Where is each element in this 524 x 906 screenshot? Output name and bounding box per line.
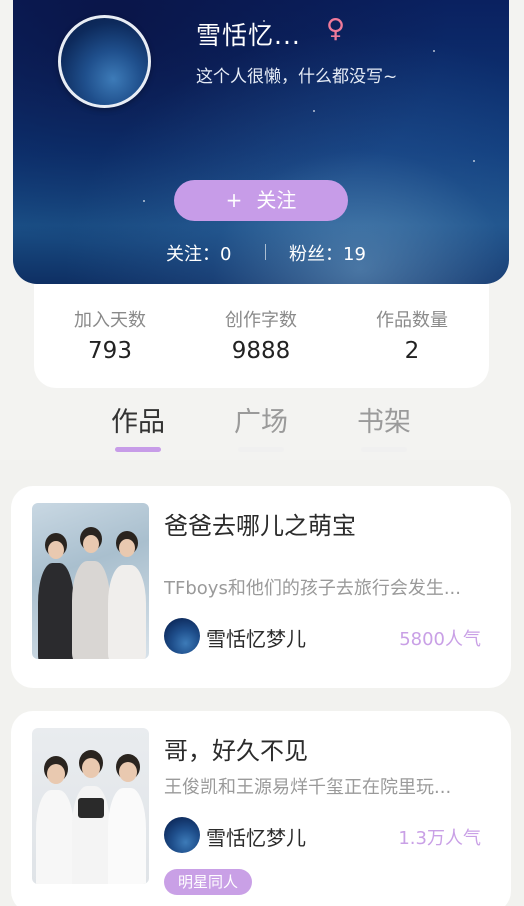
work-title: 哥，好久不见 — [164, 737, 308, 765]
work-author: 雪恬忆梦儿 — [206, 627, 306, 651]
tab-indicator — [238, 447, 284, 452]
stat-label: 作品数量 — [376, 310, 448, 331]
tab-works[interactable]: 作品 — [83, 400, 193, 452]
author-avatar — [164, 618, 200, 654]
profile-page: 雪恬忆... ♀ 这个人很懒，什么都没写~ + 关注 关注：0 粉丝：19 加入天… — [0, 0, 524, 906]
work-cover-image — [32, 728, 149, 884]
follow-button[interactable]: + 关注 — [174, 180, 348, 221]
fans-count[interactable]: 粉丝：19 — [289, 240, 366, 266]
work-tag[interactable]: 明星同人 — [164, 869, 253, 895]
tab-label: 广场 — [234, 407, 288, 438]
work-author: 雪恬忆梦儿 — [206, 826, 306, 850]
plus-icon: + — [225, 188, 243, 212]
tab-bookshelf[interactable]: 书架 — [329, 400, 439, 452]
following-count[interactable]: 关注：0 — [166, 240, 231, 266]
user-avatar[interactable] — [58, 15, 151, 108]
stat-value: 793 — [88, 338, 132, 364]
work-description: 王俊凯和王源易烊千玺正在院里玩... — [164, 777, 452, 798]
work-description: TFboys和他们的孩子去旅行会发生... — [164, 578, 461, 599]
stats-card: 加入天数 793 创作字数 9888 作品数量 2 — [34, 284, 489, 388]
user-bio: 这个人很懒，什么都没写~ — [196, 67, 398, 87]
stat-value: 2 — [404, 338, 420, 364]
stat-word-count: 创作字数 9888 — [185, 306, 337, 364]
stat-label: 加入天数 — [74, 310, 146, 331]
work-card[interactable]: 哥，好久不见 王俊凯和王源易烊千玺正在院里玩... 雪恬忆梦儿 1.3万人气 明… — [11, 711, 511, 906]
work-card[interactable]: 爸爸去哪儿之萌宝 TFboys和他们的孩子去旅行会发生... 雪恬忆梦儿 580… — [11, 486, 511, 688]
stat-value: 9888 — [231, 338, 291, 364]
profile-tabs: 作品 广场 书架 — [0, 396, 524, 460]
author-avatar — [164, 817, 200, 853]
tab-label: 作品 — [111, 407, 165, 438]
stat-works-count: 作品数量 2 — [336, 306, 488, 364]
stat-join-days: 加入天数 793 — [34, 306, 186, 364]
tab-indicator — [115, 447, 161, 452]
follow-button-label: 关注 — [256, 188, 297, 212]
stat-label: 创作字数 — [225, 310, 297, 331]
user-name: 雪恬忆... — [196, 21, 301, 50]
counts-divider — [265, 244, 266, 260]
work-popularity: 5800人气 — [399, 629, 481, 650]
follow-counts: 关注：0 粉丝：19 — [0, 240, 524, 266]
tab-indicator — [361, 447, 407, 452]
tab-label: 书架 — [357, 407, 411, 438]
work-cover-image — [32, 503, 149, 659]
work-title: 爸爸去哪儿之萌宝 — [164, 512, 356, 540]
tab-square[interactable]: 广场 — [206, 400, 316, 452]
work-popularity: 1.3万人气 — [398, 828, 481, 849]
female-gender-icon: ♀ — [326, 14, 346, 44]
